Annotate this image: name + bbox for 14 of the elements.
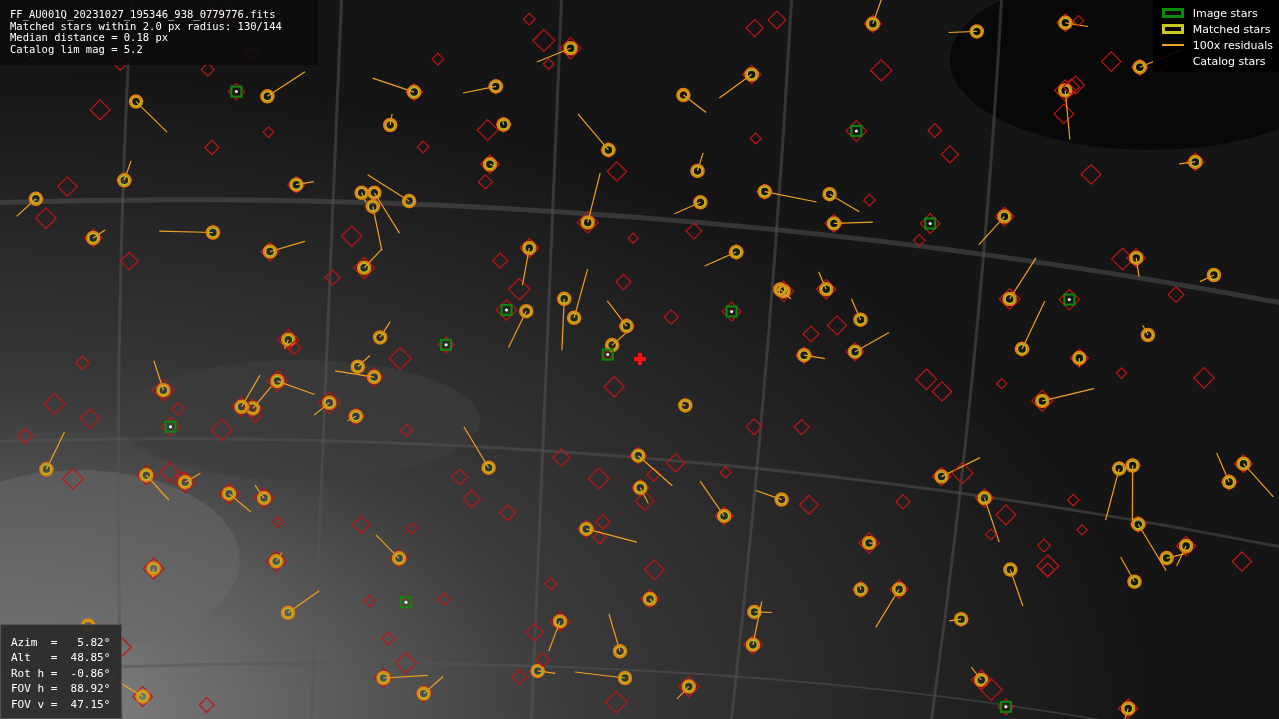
info-text: FF_AU001Q_20231027_195346_938_0779776.fits xyxy=(10,9,277,21)
legend-label: 100x residuals xyxy=(1192,38,1273,52)
info-text: FOV h = 88.92° xyxy=(11,681,111,697)
legend-label: Matched stars xyxy=(1192,22,1271,36)
info-text: Matched stars within 2.0 px radius: 130/144 xyxy=(10,20,283,32)
legend-label: Catalog stars xyxy=(1192,54,1266,68)
info-text: Median distance = 0.18 px xyxy=(10,32,169,44)
info-text: FOV v = 47.15° xyxy=(11,696,111,712)
info-text: Azim = 5.82° xyxy=(11,634,111,650)
legend-label: Image stars xyxy=(1192,6,1258,20)
cross-marker-icon xyxy=(634,353,646,365)
info-text: Alt = 48.85° xyxy=(11,650,111,666)
info-text: Catalog lim mag = 5.2 xyxy=(10,43,144,55)
info-text: Rot h = -0.86° xyxy=(11,665,111,681)
